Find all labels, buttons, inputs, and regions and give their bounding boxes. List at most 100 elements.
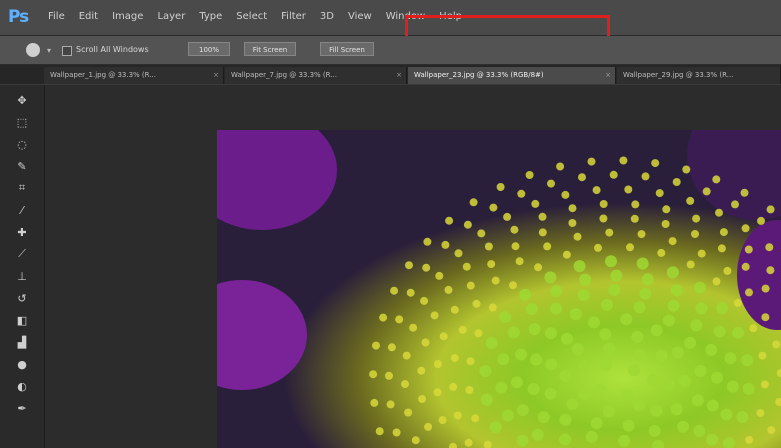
flower-floret xyxy=(525,303,538,316)
tab-label: Wallpaper_7.jpg @ 33.3% (R... xyxy=(231,71,337,79)
flower-floret xyxy=(670,403,683,416)
flower-floret xyxy=(509,281,517,290)
flower-floret xyxy=(495,381,508,394)
tool-preset-arrow-icon[interactable]: ▾ xyxy=(47,46,51,55)
flower-floret xyxy=(417,366,426,375)
pen-tool-icon[interactable]: ✒ xyxy=(13,401,31,415)
flower-floret xyxy=(538,212,547,221)
flower-floret xyxy=(568,204,577,213)
flower-floret xyxy=(693,281,706,294)
scroll-all-windows-checkbox[interactable] xyxy=(62,46,72,56)
flower-floret xyxy=(418,395,427,403)
flower-floret xyxy=(464,438,473,447)
flower-floret xyxy=(411,436,420,445)
marquee-tool-icon[interactable]: ⬚ xyxy=(13,115,31,129)
close-tab-icon[interactable]: × xyxy=(213,67,219,84)
quick-select-tool-icon[interactable]: ✎ xyxy=(13,159,31,173)
close-tab-icon[interactable]: × xyxy=(396,67,402,84)
flower-floret xyxy=(602,405,615,418)
flower-floret xyxy=(484,242,493,251)
flower-floret xyxy=(497,353,510,366)
move-tool-icon[interactable]: ✥ xyxy=(13,93,31,107)
document-tab[interactable]: Wallpaper_7.jpg @ 33.3% (R... × xyxy=(225,67,407,84)
fit-screen-button[interactable]: Fit Screen xyxy=(244,42,296,56)
blur-tool-icon[interactable]: ● xyxy=(13,357,31,371)
dodge-tool-icon[interactable]: ◐ xyxy=(13,379,31,393)
menu-file[interactable]: File xyxy=(48,11,65,22)
menu-image[interactable]: Image xyxy=(112,11,143,22)
hand-tool-icon[interactable] xyxy=(26,43,40,57)
flower-floret xyxy=(562,250,571,259)
menu-layer[interactable]: Layer xyxy=(157,11,185,22)
flower-floret xyxy=(661,220,670,228)
flower-floret xyxy=(430,311,439,320)
flower-floret xyxy=(686,196,695,205)
flower-floret xyxy=(588,316,600,329)
document-tab[interactable]: Wallpaper_1.jpg @ 33.3% (R... × xyxy=(44,67,224,84)
flower-floret xyxy=(633,399,646,412)
menu-bar: Ps File Edit Image Layer Type Select Fil… xyxy=(0,0,781,36)
flower-floret xyxy=(477,229,486,238)
flower-floret xyxy=(650,324,663,337)
flower-floret xyxy=(519,288,531,301)
flower-floret xyxy=(405,261,413,270)
flower-floret xyxy=(641,273,654,286)
menu-type[interactable]: Type xyxy=(199,11,222,22)
flower-floret xyxy=(479,365,492,378)
flower-floret xyxy=(594,243,602,252)
menu-list: File Edit Image Layer Type Select Filter… xyxy=(48,11,462,22)
menu-filter[interactable]: Filter xyxy=(281,11,306,22)
lasso-tool-icon[interactable]: ◌ xyxy=(13,137,31,151)
eyedropper-tool-icon[interactable]: ⁄ xyxy=(13,203,31,217)
flower-floret xyxy=(590,417,603,430)
flower-floret xyxy=(444,285,453,294)
flower-floret xyxy=(466,357,475,366)
flower-floret xyxy=(757,216,765,225)
flower-floret xyxy=(550,302,563,315)
flower-floret xyxy=(672,178,681,186)
flower-floret xyxy=(732,326,745,339)
tools-panel: ✥ ⬚ ◌ ✎ ⌗ ⁄ ✚ ⟋ ⊥ ↺ ◧ ▟ ● ◐ ✒ xyxy=(0,85,45,448)
crop-tool-icon[interactable]: ⌗ xyxy=(13,181,31,195)
flower-floret xyxy=(742,382,755,395)
actual-pixels-button[interactable]: 100% xyxy=(188,42,230,56)
flower-floret xyxy=(627,364,640,377)
flower-floret xyxy=(515,257,524,266)
flower-floret xyxy=(578,359,591,372)
flower-floret xyxy=(657,248,666,257)
flower-floret xyxy=(560,332,573,345)
document-tab-active[interactable]: Wallpaper_23.jpg @ 33.3% (RGB/8#) × xyxy=(408,67,616,84)
flower-floret xyxy=(401,380,409,389)
flower-floret xyxy=(713,325,726,338)
menu-select[interactable]: Select xyxy=(236,11,267,22)
brush-tool-icon[interactable]: ⟋ xyxy=(13,247,31,261)
document-tab[interactable]: Wallpaper_29.jpg @ 33.3% (R... xyxy=(617,67,781,84)
flower-floret xyxy=(556,162,565,171)
flower-floret xyxy=(637,230,646,239)
menu-3d[interactable]: 3D xyxy=(320,11,334,22)
flower-floret xyxy=(772,340,781,349)
close-tab-icon[interactable]: × xyxy=(605,67,611,84)
flower-floret xyxy=(599,214,608,223)
flower-floret xyxy=(662,378,675,391)
flower-floret xyxy=(573,260,586,273)
menu-view[interactable]: View xyxy=(348,11,372,22)
flower-floret xyxy=(712,175,721,184)
eraser-tool-icon[interactable]: ◧ xyxy=(13,313,31,327)
flower-floret xyxy=(741,354,754,367)
flower-floret xyxy=(370,398,379,407)
clone-stamp-tool-icon[interactable]: ⊥ xyxy=(13,269,31,283)
flower-floret xyxy=(404,408,413,417)
flower-floret xyxy=(450,305,459,314)
fill-screen-button[interactable]: Fill Screen xyxy=(320,42,374,56)
flower-floret xyxy=(719,228,728,237)
flower-floret xyxy=(372,341,380,350)
flower-floret xyxy=(578,387,591,400)
flower-floret xyxy=(485,337,498,349)
healing-brush-tool-icon[interactable]: ✚ xyxy=(13,225,31,239)
tab-label: Wallpaper_29.jpg @ 33.3% (R... xyxy=(623,71,734,79)
gradient-tool-icon[interactable]: ▟ xyxy=(13,335,31,349)
image-canvas[interactable] xyxy=(217,130,781,448)
menu-edit[interactable]: Edit xyxy=(79,11,98,22)
history-brush-tool-icon[interactable]: ↺ xyxy=(13,291,31,305)
